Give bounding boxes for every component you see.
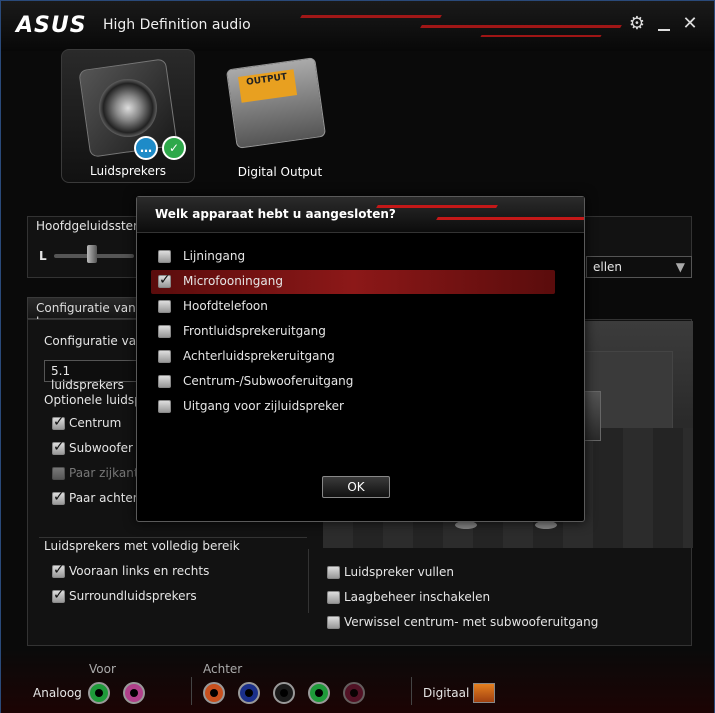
device-digital-output[interactable]: OUTPUT Digital Output bbox=[213, 49, 347, 183]
checkbox-swap-center-sub[interactable] bbox=[327, 616, 340, 629]
checkbox-subwoofer[interactable] bbox=[52, 439, 65, 455]
jack-back-pink[interactable] bbox=[343, 682, 365, 704]
checkbox[interactable] bbox=[158, 250, 171, 263]
checkbox-surround-fullrange[interactable] bbox=[52, 587, 65, 603]
option-label: Laagbeheer inschakelen bbox=[344, 590, 491, 604]
list-item[interactable]: Frontluidsprekeruitgang bbox=[151, 320, 555, 344]
check-icon: ✓ bbox=[162, 136, 186, 160]
checkbox-centrum[interactable] bbox=[52, 414, 65, 430]
jack-back-blue[interactable] bbox=[238, 682, 260, 704]
option-label: Subwoofer bbox=[69, 441, 133, 455]
checkbox[interactable] bbox=[158, 325, 171, 338]
app-window: ASUS High Definition audio ⚙ ✕ … ✓ Luids… bbox=[0, 0, 715, 713]
ok-button[interactable]: OK bbox=[322, 476, 390, 498]
analog-label: Analoog bbox=[33, 686, 82, 700]
item-label: Frontluidsprekeruitgang bbox=[183, 324, 326, 338]
item-label: Centrum-/Subwooferuitgang bbox=[183, 374, 354, 388]
list-item[interactable]: Achterluidsprekeruitgang bbox=[151, 345, 555, 369]
checkbox[interactable] bbox=[158, 272, 171, 288]
minimize-icon[interactable] bbox=[653, 13, 675, 35]
left-channel-label: L bbox=[39, 249, 47, 263]
device-speakers[interactable]: … ✓ Luidsprekers bbox=[61, 49, 195, 183]
list-item[interactable]: Centrum-/Subwooferuitgang bbox=[151, 370, 555, 394]
option-label: Luidspreker vullen bbox=[344, 565, 454, 579]
title-bar: ASUS High Definition audio ⚙ ✕ bbox=[1, 1, 714, 51]
list-item[interactable]: Lijningang bbox=[151, 245, 555, 269]
jack-back-orange[interactable] bbox=[203, 682, 225, 704]
option-label: Paar zijkant bbox=[69, 466, 139, 480]
checkbox-paar-achteraan[interactable] bbox=[52, 489, 65, 505]
chat-icon: … bbox=[134, 136, 158, 160]
checkbox[interactable] bbox=[158, 375, 171, 388]
chevron-down-icon: ▼ bbox=[675, 260, 685, 274]
back-label: Achter bbox=[203, 662, 243, 676]
gear-icon[interactable]: ⚙ bbox=[626, 13, 648, 35]
jack-front-pink[interactable] bbox=[123, 682, 145, 704]
jack-front-green[interactable] bbox=[88, 682, 110, 704]
dialog-header: Welk apparaat hebt u aangesloten? bbox=[137, 197, 584, 233]
checkbox[interactable] bbox=[158, 300, 171, 313]
volume-slider-thumb[interactable] bbox=[87, 245, 97, 263]
checkbox-speaker-fill[interactable] bbox=[327, 566, 340, 579]
volume-label: Hoofdgeluidssterkt bbox=[36, 219, 150, 233]
digital-jack-icon[interactable] bbox=[473, 683, 495, 703]
device-dialog: Welk apparaat hebt u aangesloten? Lijnin… bbox=[136, 196, 585, 522]
item-label: Uitgang voor zijluidspreker bbox=[183, 399, 344, 413]
decor-streak bbox=[480, 35, 602, 37]
config-select[interactable]: 5.1 luidsprekers bbox=[44, 360, 144, 392]
right-combo[interactable]: ellen ▼ bbox=[586, 256, 692, 278]
close-icon[interactable]: ✕ bbox=[679, 13, 701, 35]
item-label: Hoofdtelefoon bbox=[183, 299, 268, 313]
checkbox-paar-zijkant[interactable] bbox=[52, 467, 65, 480]
optional-label: Optionele luidspr bbox=[44, 393, 147, 407]
window-title: High Definition audio bbox=[103, 17, 251, 33]
checkbox-front-fullrange[interactable] bbox=[52, 562, 65, 578]
jack-back-black[interactable] bbox=[273, 682, 295, 704]
item-label: Lijningang bbox=[183, 249, 246, 263]
right-combo-value: ellen bbox=[593, 260, 623, 274]
option-label: Surroundluidsprekers bbox=[69, 589, 197, 603]
option-label: Verwissel centrum- met subwooferuitgang bbox=[344, 615, 599, 629]
speaker-marker[interactable] bbox=[535, 521, 557, 529]
speaker-marker[interactable] bbox=[455, 521, 477, 529]
option-label: Vooraan links en rechts bbox=[69, 564, 210, 578]
digital-output-icon: OUTPUT bbox=[225, 57, 327, 149]
checkbox-bass-management[interactable] bbox=[327, 591, 340, 604]
config-label: Configuratie van bbox=[44, 334, 144, 348]
decor-streak bbox=[420, 25, 622, 28]
checkbox[interactable] bbox=[158, 400, 171, 413]
list-item[interactable]: Hoofdtelefoon bbox=[151, 295, 555, 319]
list-item[interactable]: Microfooningang bbox=[151, 270, 555, 294]
item-label: Microfooningang bbox=[183, 274, 283, 288]
checkbox[interactable] bbox=[158, 350, 171, 363]
fullrange-label: Luidsprekers met volledig bereik bbox=[44, 539, 240, 553]
front-label: Voor bbox=[89, 662, 116, 676]
device-label: Luidsprekers bbox=[89, 164, 167, 178]
tab-configuration[interactable]: Configuratie van lu bbox=[27, 297, 147, 329]
digital-label: Digitaal bbox=[423, 686, 470, 700]
dialog-title: Welk apparaat hebt u aangesloten? bbox=[155, 207, 396, 221]
list-item[interactable]: Uitgang voor zijluidspreker bbox=[151, 395, 555, 419]
asus-logo: ASUS bbox=[16, 13, 87, 38]
jack-back-green[interactable] bbox=[308, 682, 330, 704]
option-label: Centrum bbox=[69, 416, 122, 430]
device-label: Digital Output bbox=[237, 165, 323, 179]
item-label: Achterluidsprekeruitgang bbox=[183, 349, 335, 363]
decor-streak bbox=[300, 15, 442, 18]
